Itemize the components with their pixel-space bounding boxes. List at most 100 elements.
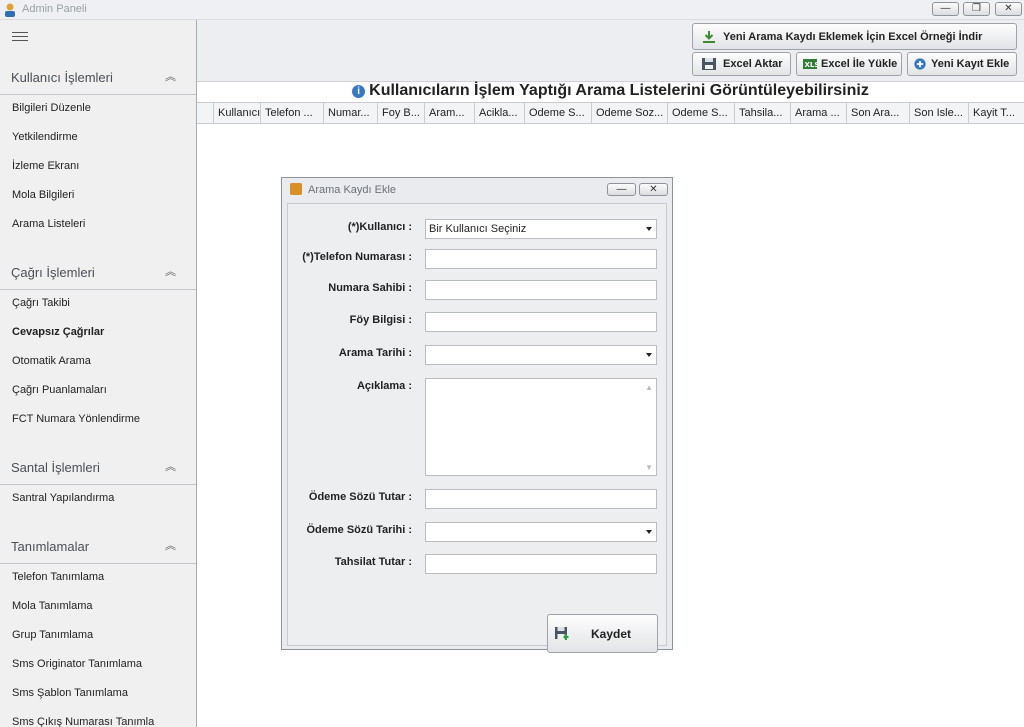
column-header[interactable]: Kayit T... <box>968 103 1024 123</box>
save-disk-icon <box>702 58 716 70</box>
sidebar-item-sms-originator[interactable]: Sms Originator Tanımlama <box>12 658 142 670</box>
description-label: Açıklama : <box>356 380 412 392</box>
sidebar-item-fct-numara-yonlendirme[interactable]: FCT Numara Yönlendirme <box>12 413 140 425</box>
sidebar-item-cevapsiz-cagrilar[interactable]: Cevapsız Çağrılar <box>12 326 104 338</box>
group-tanimlamalar[interactable]: Tanımlamalar ︽ <box>0 527 196 564</box>
menu-toggle-icon[interactable] <box>12 32 28 44</box>
collection-label: Tahsilat Tutar : <box>334 556 412 568</box>
column-header[interactable]: Son Isle... <box>909 103 968 123</box>
dialog-minimize-button[interactable]: — <box>607 183 636 196</box>
column-header[interactable]: Telefon ... <box>260 103 323 123</box>
column-header[interactable]: Arama ... <box>790 103 846 123</box>
restore-button[interactable]: ❐ <box>963 2 990 16</box>
close-button[interactable]: ✕ <box>995 2 1022 16</box>
add-circle-icon <box>914 58 926 70</box>
sidebar-item-bilgileri-duzenle[interactable]: Bilgileri Düzenle <box>12 102 91 114</box>
owner-input[interactable] <box>425 280 657 300</box>
group-cagri-islemleri[interactable]: Çağrı İşlemleri ︽ <box>0 253 196 290</box>
sidebar-item-yetkilendirme[interactable]: Yetkilendirme <box>12 131 78 143</box>
file-input[interactable] <box>425 312 657 332</box>
sidebar-item-mola-bilgileri[interactable]: Mola Bilgileri <box>12 189 74 201</box>
sidebar-item-cagri-puanlamalari[interactable]: Çağrı Puanlamaları <box>12 384 107 396</box>
dialog-app-icon <box>290 183 302 195</box>
sidebar-item-telefon-tanimlama[interactable]: Telefon Tanımlama <box>12 571 104 583</box>
save-disk-icon <box>555 627 569 640</box>
collapse-chevron-icon[interactable]: ︽ <box>165 537 176 553</box>
column-header[interactable]: Aram... <box>424 103 474 123</box>
add-call-record-dialog: Arama Kaydı Ekle — ✕ (*)Kullanıcı : Bir … <box>281 177 673 653</box>
window-titlebar: Admin Paneli — ❐ ✕ <box>0 0 1024 20</box>
column-header[interactable]: Kullanıcı <box>213 103 260 123</box>
excel-file-icon: XLS <box>803 59 819 69</box>
collapse-chevron-icon[interactable]: ︽ <box>165 458 176 474</box>
dropdown-arrow-icon <box>646 353 652 357</box>
dialog-form: (*)Kullanıcı : Bir Kullanıcı Seçiniz (*)… <box>287 203 667 653</box>
column-header[interactable]: Numar... <box>323 103 377 123</box>
admin-user-icon <box>5 3 15 17</box>
button-label: Yeni Arama Kaydı Eklemek İçin Excel Örne… <box>723 30 983 43</box>
phone-input[interactable] <box>425 249 657 269</box>
excel-import-button[interactable]: XLS Excel İle Yükle <box>796 52 902 76</box>
user-select[interactable]: Bir Kullanıcı Seçiniz <box>425 219 657 239</box>
collection-input[interactable] <box>425 554 657 574</box>
file-label: Föy Bilgisi : <box>349 314 412 326</box>
sidebar-item-cagri-takibi[interactable]: Çağrı Takibi <box>12 297 70 309</box>
scroll-down-icon[interactable]: ▼ <box>645 463 653 472</box>
sidebar-item-sms-sablon[interactable]: Sms Şablon Tanımlama <box>12 687 128 699</box>
collapse-chevron-icon[interactable]: ︽ <box>165 263 176 279</box>
sidebar-item-izleme-ekrani[interactable]: İzleme Ekranı <box>12 160 79 172</box>
column-header[interactable]: Odeme S... <box>524 103 591 123</box>
group-title: Kullanıcı İşlemleri <box>11 70 113 85</box>
description-textarea[interactable]: ▲ ▼ <box>425 378 657 476</box>
group-title: Santal İşlemleri <box>11 460 100 475</box>
page-title: i Kullanıcıların İşlem Yaptığı Arama List… <box>197 82 1024 101</box>
sidebar-item-arama-listeleri[interactable]: Arama Listeleri <box>12 218 85 230</box>
window-title: Admin Paneli <box>22 3 87 15</box>
grid-header: Kullanıcı Telefon ... Numar... Foy B... … <box>197 102 1024 124</box>
new-record-button[interactable]: Yeni Kayıt Ekle <box>907 52 1017 76</box>
collapse-chevron-icon[interactable]: ︽ <box>165 68 176 84</box>
download-excel-template-button[interactable]: Yeni Arama Kaydı Eklemek İçin Excel Örne… <box>692 23 1017 50</box>
column-header[interactable]: Acikla... <box>474 103 524 123</box>
group-santal-islemleri[interactable]: Santal İşlemleri ︽ <box>0 448 196 485</box>
promise-date-label: Ödeme Sözü Tarihi : <box>306 524 412 536</box>
call-date-label: Arama Tarihi : <box>338 347 412 359</box>
scroll-up-icon[interactable]: ▲ <box>645 383 653 392</box>
toolbar: Yeni Arama Kaydı Eklemek İçin Excel Örne… <box>197 20 1024 82</box>
column-header[interactable]: Tahsila... <box>734 103 790 123</box>
grid-row-indicator <box>197 103 213 123</box>
sidebar-item-mola-tanimlama[interactable]: Mola Tanımlama <box>12 600 93 612</box>
sidebar-item-santral-yapilandirma[interactable]: Santral Yapılandırma <box>12 492 114 504</box>
download-icon <box>703 30 715 43</box>
svg-text:XLS: XLS <box>805 61 819 69</box>
sidebar-item-sms-cikis-numarasi[interactable]: Sms Çıkış Numarası Tanımla <box>12 716 154 727</box>
button-label: Excel İle Yükle <box>821 58 898 70</box>
promise-amount-input[interactable] <box>425 489 657 509</box>
user-select-value: Bir Kullanıcı Seçiniz <box>429 223 527 235</box>
save-button[interactable]: Kaydet <box>547 614 658 653</box>
save-button-label: Kaydet <box>591 627 632 641</box>
dialog-title: Arama Kaydı Ekle <box>308 184 397 196</box>
page-title-text: Kullanıcıların İşlem Yaptığı Arama Liste… <box>369 82 869 99</box>
button-label: Yeni Kayıt Ekle <box>931 58 1010 70</box>
promise-amount-label: Ödeme Sözü Tutar : <box>308 491 412 503</box>
column-header[interactable]: Son Ara... <box>846 103 909 123</box>
dialog-close-button[interactable]: ✕ <box>639 183 668 196</box>
column-header[interactable]: Odeme S... <box>667 103 734 123</box>
info-icon: i <box>352 85 366 98</box>
minimize-button[interactable]: — <box>932 2 959 16</box>
group-title: Tanımlamalar <box>11 539 90 554</box>
group-kullanici-islemleri[interactable]: Kullanıcı İşlemleri ︽ <box>0 58 196 95</box>
column-header[interactable]: Foy B... <box>377 103 424 123</box>
button-label: Excel Aktar <box>723 58 783 70</box>
promise-date-picker[interactable] <box>425 522 657 542</box>
group-title: Çağrı İşlemleri <box>11 265 95 280</box>
user-label: (*)Kullanıcı : <box>347 221 412 233</box>
sidebar-item-otomatik-arama[interactable]: Otomatik Arama <box>12 355 91 367</box>
dropdown-arrow-icon <box>646 227 652 231</box>
call-date-picker[interactable] <box>425 345 657 365</box>
column-header[interactable]: Odeme Soz... <box>591 103 667 123</box>
phone-label: (*)Telefon Numarası : <box>302 251 412 263</box>
excel-export-button[interactable]: Excel Aktar <box>692 52 791 76</box>
sidebar-item-grup-tanimlama[interactable]: Grup Tanımlama <box>12 629 93 641</box>
